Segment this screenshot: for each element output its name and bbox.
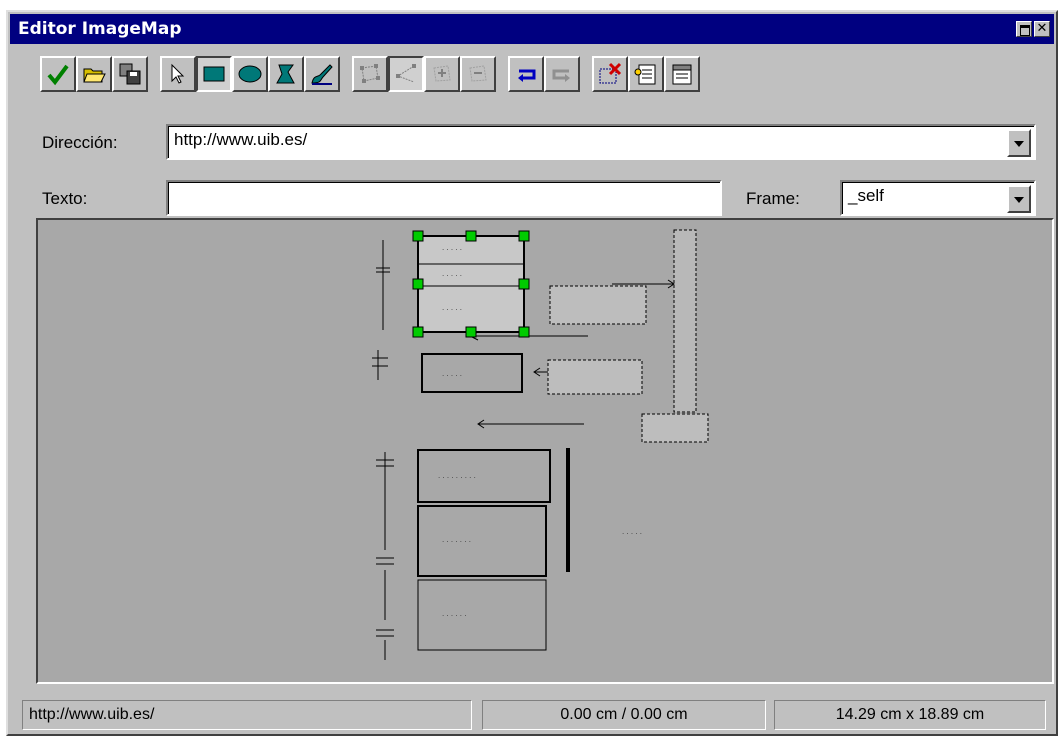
accept-icon xyxy=(47,64,69,86)
direccion-combobox[interactable]: http://www.uib.es/ xyxy=(166,124,1036,160)
texto-input[interactable] xyxy=(166,180,722,216)
move-points-button[interactable] xyxy=(352,56,388,92)
pointer-button[interactable] xyxy=(160,56,196,92)
undo-icon xyxy=(518,69,536,82)
redo-icon xyxy=(552,69,570,82)
direccion-label: Dirección: xyxy=(42,133,118,152)
mapped-image: · · · · · · · · · · · · · · · · · · · · … xyxy=(372,229,709,660)
ellipse-icon xyxy=(238,65,262,83)
open-button[interactable] xyxy=(76,56,112,92)
delete-point-button[interactable] xyxy=(460,56,496,92)
frame-dropdown-button[interactable] xyxy=(1007,185,1031,213)
save-button[interactable] xyxy=(112,56,148,92)
save-icon xyxy=(119,63,141,85)
direccion-value: http://www.uib.es/ xyxy=(174,130,308,149)
delete-area-button[interactable] xyxy=(592,56,628,92)
frame-label: Frame: xyxy=(746,189,800,208)
add-point-icon xyxy=(396,64,416,83)
delete-point-icon xyxy=(469,65,487,82)
delete-area-icon xyxy=(599,62,622,84)
image-text: · · · · · xyxy=(442,372,462,380)
maximize-button[interactable] xyxy=(1016,21,1032,37)
open-icon xyxy=(83,68,106,83)
frame-combobox[interactable]: _self xyxy=(840,180,1036,216)
properties-button[interactable] xyxy=(664,56,700,92)
ellipse-button[interactable] xyxy=(232,56,268,92)
freehand-button[interactable] xyxy=(304,56,340,92)
status-size: 14.29 cm x 18.89 cm xyxy=(774,700,1046,730)
image-canvas[interactable]: · · · · · · · · · · · · · · · · · · · · … xyxy=(36,218,1054,684)
add-point-button[interactable] xyxy=(388,56,424,92)
image-text: · · · · · xyxy=(442,246,462,254)
polygon-icon xyxy=(276,64,295,84)
image-text: · · · · · · · · · xyxy=(438,474,476,482)
redo-button[interactable] xyxy=(544,56,580,92)
insert-point-button[interactable] xyxy=(424,56,460,92)
window-title: Editor ImageMap xyxy=(18,19,182,39)
image-text: · · · · · xyxy=(442,306,462,314)
accept-button[interactable] xyxy=(40,56,76,92)
status-url: http://www.uib.es/ xyxy=(22,700,472,730)
image-text: · · · · · · · xyxy=(442,538,471,546)
image-text: · · · · · · xyxy=(442,612,466,620)
title-bar[interactable]: Editor ImageMap ✕ xyxy=(10,14,1054,44)
insert-point-icon xyxy=(433,65,451,82)
direccion-dropdown-button[interactable] xyxy=(1007,129,1031,157)
status-position: 0.00 cm / 0.00 cm xyxy=(482,700,766,730)
properties-icon xyxy=(672,64,692,85)
pointer-icon xyxy=(171,63,185,84)
texto-label: Texto: xyxy=(42,189,88,208)
image-text: · · · · · xyxy=(442,272,462,280)
move-points-icon xyxy=(360,64,380,83)
freehand-icon xyxy=(311,64,333,85)
frame-value: _self xyxy=(848,186,884,205)
undo-button[interactable] xyxy=(508,56,544,92)
list-icon xyxy=(634,64,656,85)
list-button[interactable] xyxy=(628,56,664,92)
close-button[interactable]: ✕ xyxy=(1034,21,1050,37)
image-text: · · · · · xyxy=(622,530,642,538)
rectangle-icon xyxy=(203,66,225,82)
rectangle-button[interactable] xyxy=(196,56,232,92)
polygon-button[interactable] xyxy=(268,56,304,92)
